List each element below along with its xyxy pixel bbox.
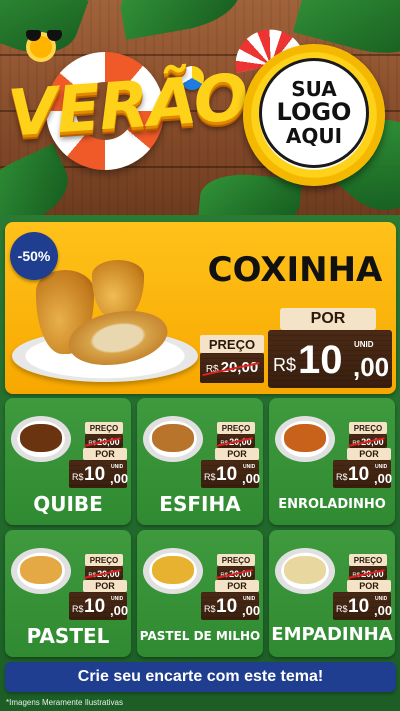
product-card[interactable]: PREÇO R$20,00 POR R$ 10 UNID ,00 QUIBE [5,398,131,525]
new-price-label: POR [215,580,259,592]
logo-placeholder: SUA LOGO AQUI [259,58,369,168]
page-title: VERÃO [5,61,250,152]
new-price-integer: 10 [216,596,238,617]
new-price-box: R$ 10 UNID ,00 [333,592,393,620]
new-price-currency: R$ [72,604,84,614]
new-price-box: R$ 10 UNID ,00 [333,460,393,488]
product-name: ENROLADINHO [278,497,386,512]
old-price-currency: R$ [88,441,97,447]
new-price-currency: R$ [336,472,348,482]
product-image [143,416,203,462]
new-price-integer: 10 [216,464,238,485]
product-name: EMPADINHA [271,624,393,645]
new-price-currency: R$ [72,472,84,482]
unit-label: UNID [111,464,124,470]
product-image [275,548,335,594]
new-price-decimal: ,00 [374,471,393,486]
old-price-box: R$20,00 [349,566,387,580]
product-image [11,548,71,594]
old-price-amount: 20,00 [229,437,252,447]
unit-label: UNID [243,596,256,602]
old-price-box: R$20,00 [200,353,264,383]
old-price-box: R$20,00 [217,566,255,580]
new-price-label: POR [347,580,391,592]
new-price-currency: R$ [273,355,297,375]
product-image [275,416,335,462]
old-price-box: R$20,00 [85,566,123,580]
featured-product-name: COXINHA [207,250,383,290]
product-card[interactable]: PREÇO R$20,00 POR R$ 10 UNID ,00 PASTEL [5,530,131,657]
new-price-decimal: ,00 [242,603,261,618]
new-price-box: R$ 10 UNID ,00 [268,330,392,388]
flyer: VERÃO SUA LOGO AQUI -50% COXINHA PREÇO R… [0,0,400,711]
logo-text-line3: AQUI [285,123,343,148]
sunglasses-icon [26,30,62,42]
product-card[interactable]: PREÇO R$20,00 POR R$ 10 UNID ,00 ESFIHA [137,398,263,525]
old-price-amount: 20,00 [97,569,120,579]
old-price-amount: 20,00 [229,569,252,579]
old-price-currency: R$ [205,364,219,375]
new-price-box: R$ 10 UNID ,00 [201,460,261,488]
old-price-box: R$20,00 [85,434,123,448]
old-price-currency: R$ [352,441,361,447]
header-banner: VERÃO SUA LOGO AQUI [0,0,400,215]
unit-label: UNID [111,596,124,602]
product-card[interactable]: PREÇO R$20,00 POR R$ 10 UNID ,00 EMPADIN… [269,530,395,657]
product-name: PASTEL [26,624,110,648]
new-price-decimal: ,00 [353,352,390,382]
product-name: PASTEL DE MILHO [139,629,261,643]
product-name: QUIBE [33,492,103,516]
new-price-currency: R$ [204,472,216,482]
old-price-amount: 20,00 [361,437,384,447]
logo-text-line1: SUA [291,77,337,102]
create-flyer-banner[interactable]: Crie seu encarte com este tema! [5,662,396,692]
old-price-amount: 20,00 [361,569,384,579]
old-price-value: R$20,00 [206,359,258,377]
old-price-currency: R$ [220,573,229,579]
new-price-label: POR [280,308,376,330]
new-price-box: R$ 10 UNID ,00 [201,592,261,620]
new-price-integer: 10 [298,338,343,382]
product-image [143,548,203,594]
unit-label: UNID [354,340,374,349]
new-price-currency: R$ [204,604,216,614]
new-price-decimal: ,00 [242,471,261,486]
discount-badge: -50% [10,232,58,280]
unit-label: UNID [243,464,256,470]
product-image [11,416,71,462]
new-price-box: R$ 10 UNID ,00 [69,460,129,488]
old-price-label: PREÇO [200,335,264,353]
new-price-box: R$ 10 UNID ,00 [69,592,129,620]
old-price-amount: 20,00 [97,437,120,447]
new-price-label: POR [83,580,127,592]
new-price-decimal: ,00 [374,603,393,618]
new-price-integer: 10 [348,464,370,485]
old-price-amount: 20,00 [220,359,259,376]
new-price-integer: 10 [84,464,106,485]
unit-label: UNID [375,596,388,602]
product-card[interactable]: PREÇO R$20,00 POR R$ 10 UNID ,00 PASTEL … [137,530,263,657]
old-price-box: R$20,00 [217,434,255,448]
old-price-currency: R$ [88,573,97,579]
old-price-currency: R$ [352,573,361,579]
unit-label: UNID [375,464,388,470]
new-price-label: POR [215,448,259,460]
new-price-label: POR [83,448,127,460]
new-price-label: POR [347,448,391,460]
product-card[interactable]: PREÇO R$20,00 POR R$ 10 UNID ,00 ENROLAD… [269,398,395,525]
new-price-currency: R$ [336,604,348,614]
old-price-box: R$20,00 [349,434,387,448]
new-price-decimal: ,00 [110,603,129,618]
new-price-integer: 10 [348,596,370,617]
new-price-integer: 10 [84,596,106,617]
product-name: ESFIHA [159,492,241,516]
old-price-currency: R$ [220,441,229,447]
disclaimer-text: *Imagens Meramente Ilustrativas [6,698,123,707]
palm-leaf-icon [115,0,245,40]
logo-text-line2: LOGO [276,98,352,127]
new-price-decimal: ,00 [110,471,129,486]
